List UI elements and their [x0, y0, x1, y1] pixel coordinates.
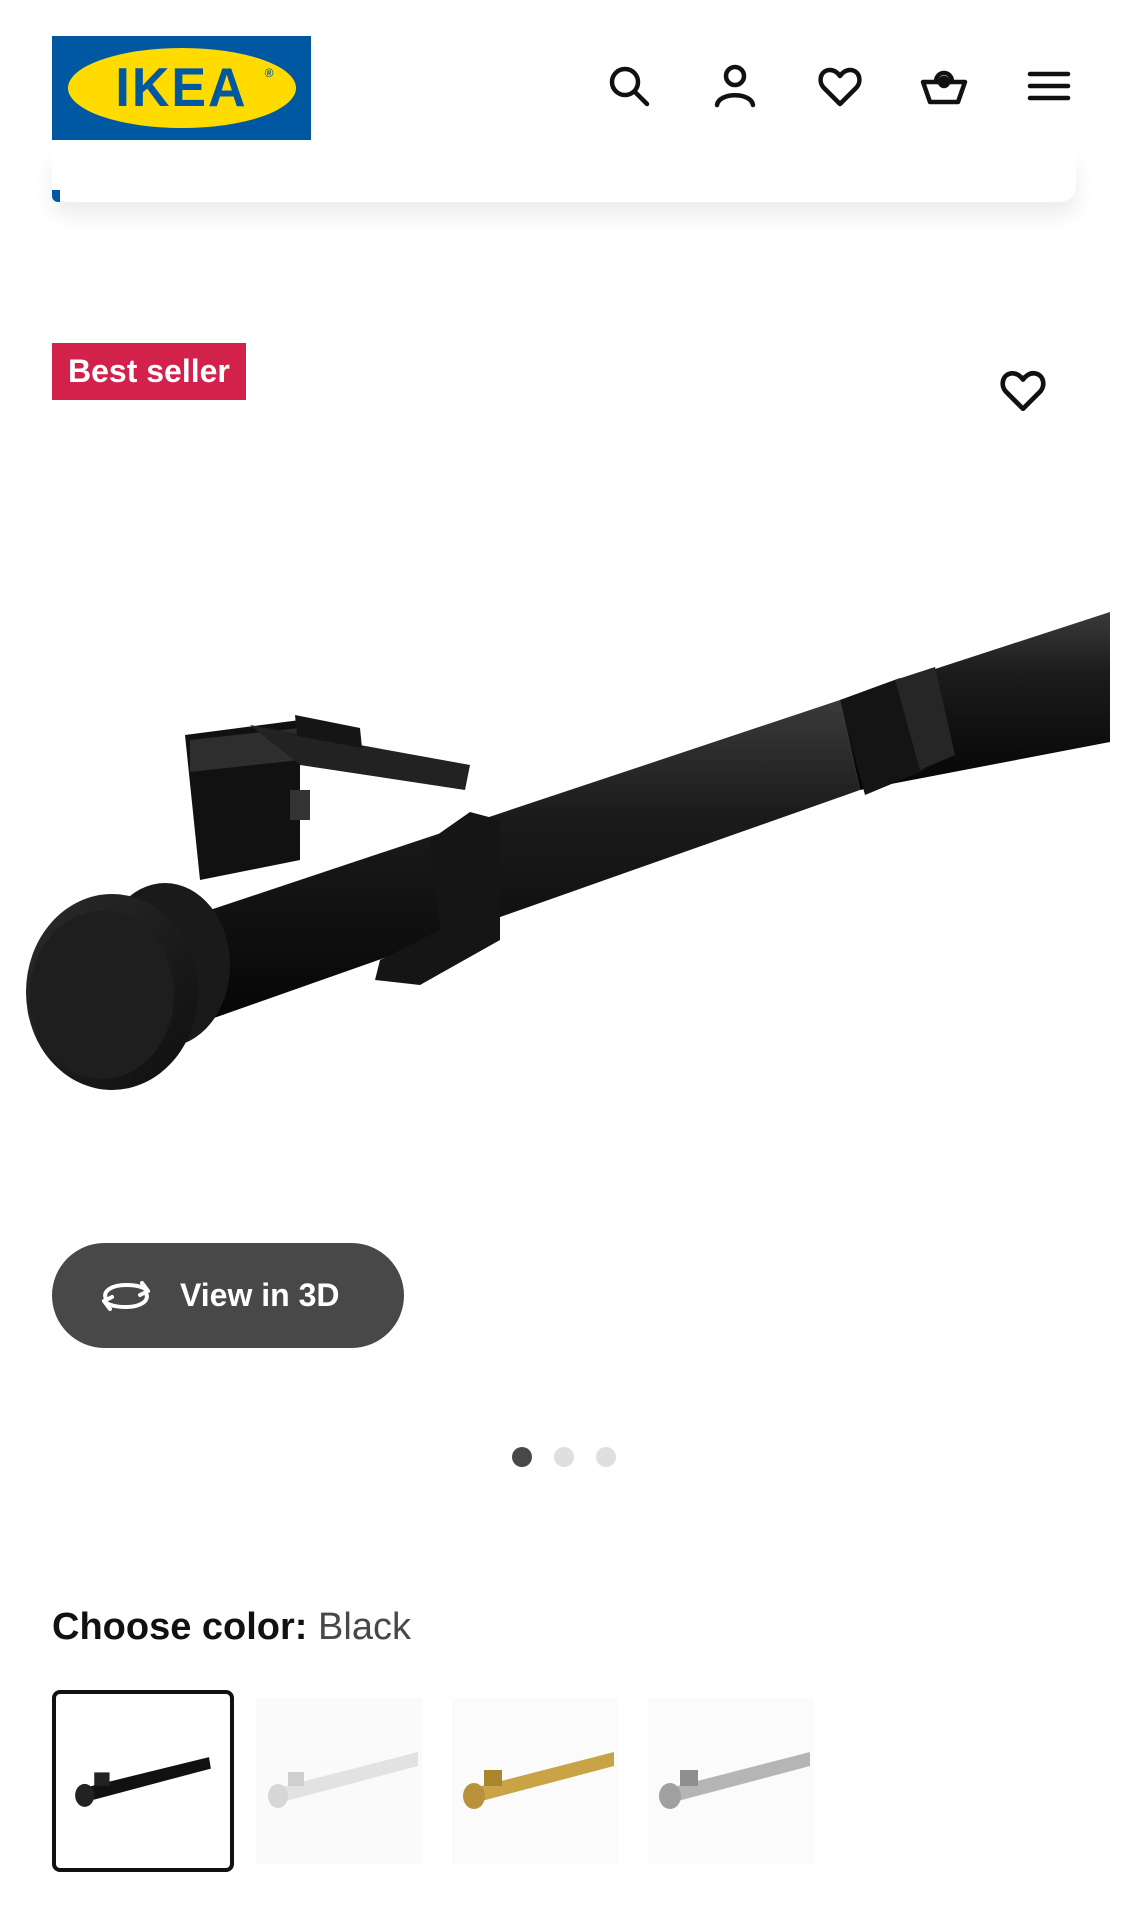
cart-icon[interactable]: [918, 60, 970, 112]
selected-color-value: Black: [318, 1606, 411, 1648]
swatch-brass[interactable]: [444, 1690, 626, 1872]
swatch-silver[interactable]: [640, 1690, 822, 1872]
view-in-3d-button[interactable]: View in 3D: [52, 1243, 404, 1348]
search-icon[interactable]: [603, 60, 655, 112]
color-swatches: [52, 1690, 822, 1872]
logo-registered-mark: ®: [264, 66, 274, 80]
best-seller-badge: Best seller: [52, 343, 246, 400]
choose-color-heading: Choose color: Black: [52, 1606, 411, 1649]
collapsed-banner: [52, 150, 1076, 202]
swatch-white[interactable]: [248, 1690, 430, 1872]
gallery-dot-1[interactable]: [512, 1447, 532, 1467]
logo-oval: IKEA ®: [67, 48, 296, 128]
gallery-dot-3[interactable]: [596, 1447, 616, 1467]
ikea-logo[interactable]: IKEA ®: [52, 36, 311, 140]
view-in-3d-label: View in 3D: [180, 1277, 340, 1313]
gallery-pagination: [0, 1447, 1128, 1467]
account-icon[interactable]: [709, 60, 761, 112]
choose-color-label: Choose color:: [52, 1606, 308, 1648]
favourites-icon[interactable]: [814, 60, 866, 112]
add-to-favourites-icon[interactable]: [995, 362, 1051, 418]
rotate-3d-icon: [102, 1280, 150, 1311]
swatch-black[interactable]: [52, 1690, 234, 1872]
logo-text: IKEA: [115, 57, 248, 119]
menu-icon[interactable]: [1023, 60, 1075, 112]
product-image[interactable]: [0, 430, 1128, 1270]
gallery-dot-2[interactable]: [554, 1447, 574, 1467]
